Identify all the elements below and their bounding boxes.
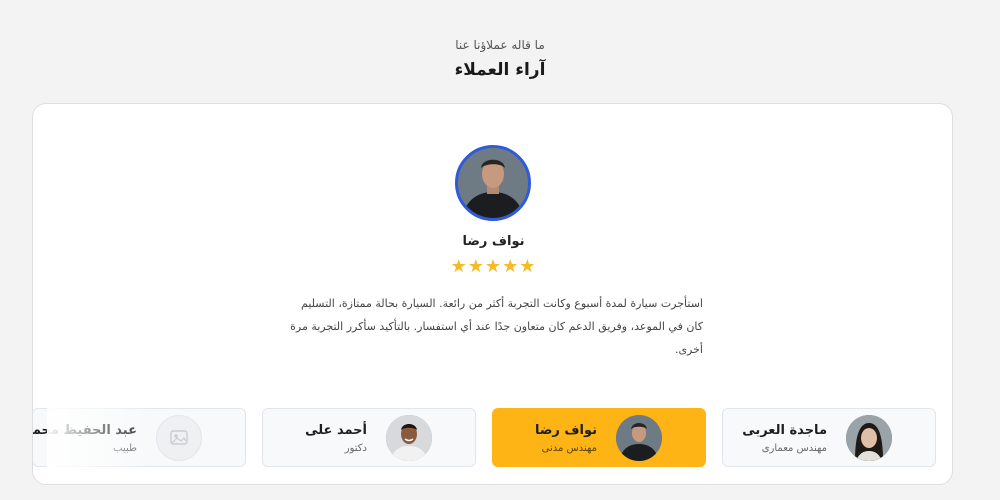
testimonial-selector: ماجدة العربى مهندس معمارى نواف رضا مهندس… (33, 408, 952, 468)
testimonial-role: مهندس مدنى (541, 443, 597, 454)
testimonial-role: طبيب (113, 443, 137, 454)
testimonial-name: أحمد على (305, 423, 367, 438)
star-rating: ★★★★★ (450, 256, 537, 277)
testimonial-role: دكتور (344, 443, 367, 454)
man-portrait-icon (458, 148, 528, 218)
woman-portrait-icon (846, 415, 892, 461)
section-subtitle: ما قاله عملاؤنا عنا (455, 38, 545, 52)
avatar-placeholder (156, 415, 202, 461)
section-title: آراء العملاء (454, 60, 546, 80)
testimonial-item-active[interactable]: نواف رضا مهندس مدنى (492, 408, 706, 467)
featured-avatar (455, 145, 531, 221)
testimonial-item[interactable]: ماجدة العربى مهندس معمارى (722, 408, 936, 467)
section-header: ما قاله عملاؤنا عنا آراء العملاء (0, 38, 1000, 80)
testimonial-name: نواف رضا (534, 423, 597, 438)
testimonial-item[interactable]: عبد الحفيظ محمد طبيب (32, 408, 246, 467)
avatar (616, 415, 662, 461)
man-portrait-icon (616, 415, 662, 461)
image-placeholder-icon (170, 430, 188, 445)
testimonial-role: مهندس معمارى (761, 443, 827, 454)
testimonial-card: نواف رضا ★★★★★ استأجرت سيارة لمدة أسبوع … (32, 103, 953, 485)
testimonial-name: ماجدة العربى (742, 423, 827, 438)
featured-name: نواف رضا (462, 234, 525, 249)
avatar (846, 415, 892, 461)
testimonial-quote: استأجرت سيارة لمدة أسبوع وكانت التجربة أ… (290, 297, 703, 356)
avatar (386, 415, 432, 461)
testimonial-name: عبد الحفيظ محمد (32, 423, 137, 438)
testimonial-item[interactable]: أحمد على دكتور (262, 408, 476, 467)
smiling-man-portrait-icon (386, 415, 432, 461)
